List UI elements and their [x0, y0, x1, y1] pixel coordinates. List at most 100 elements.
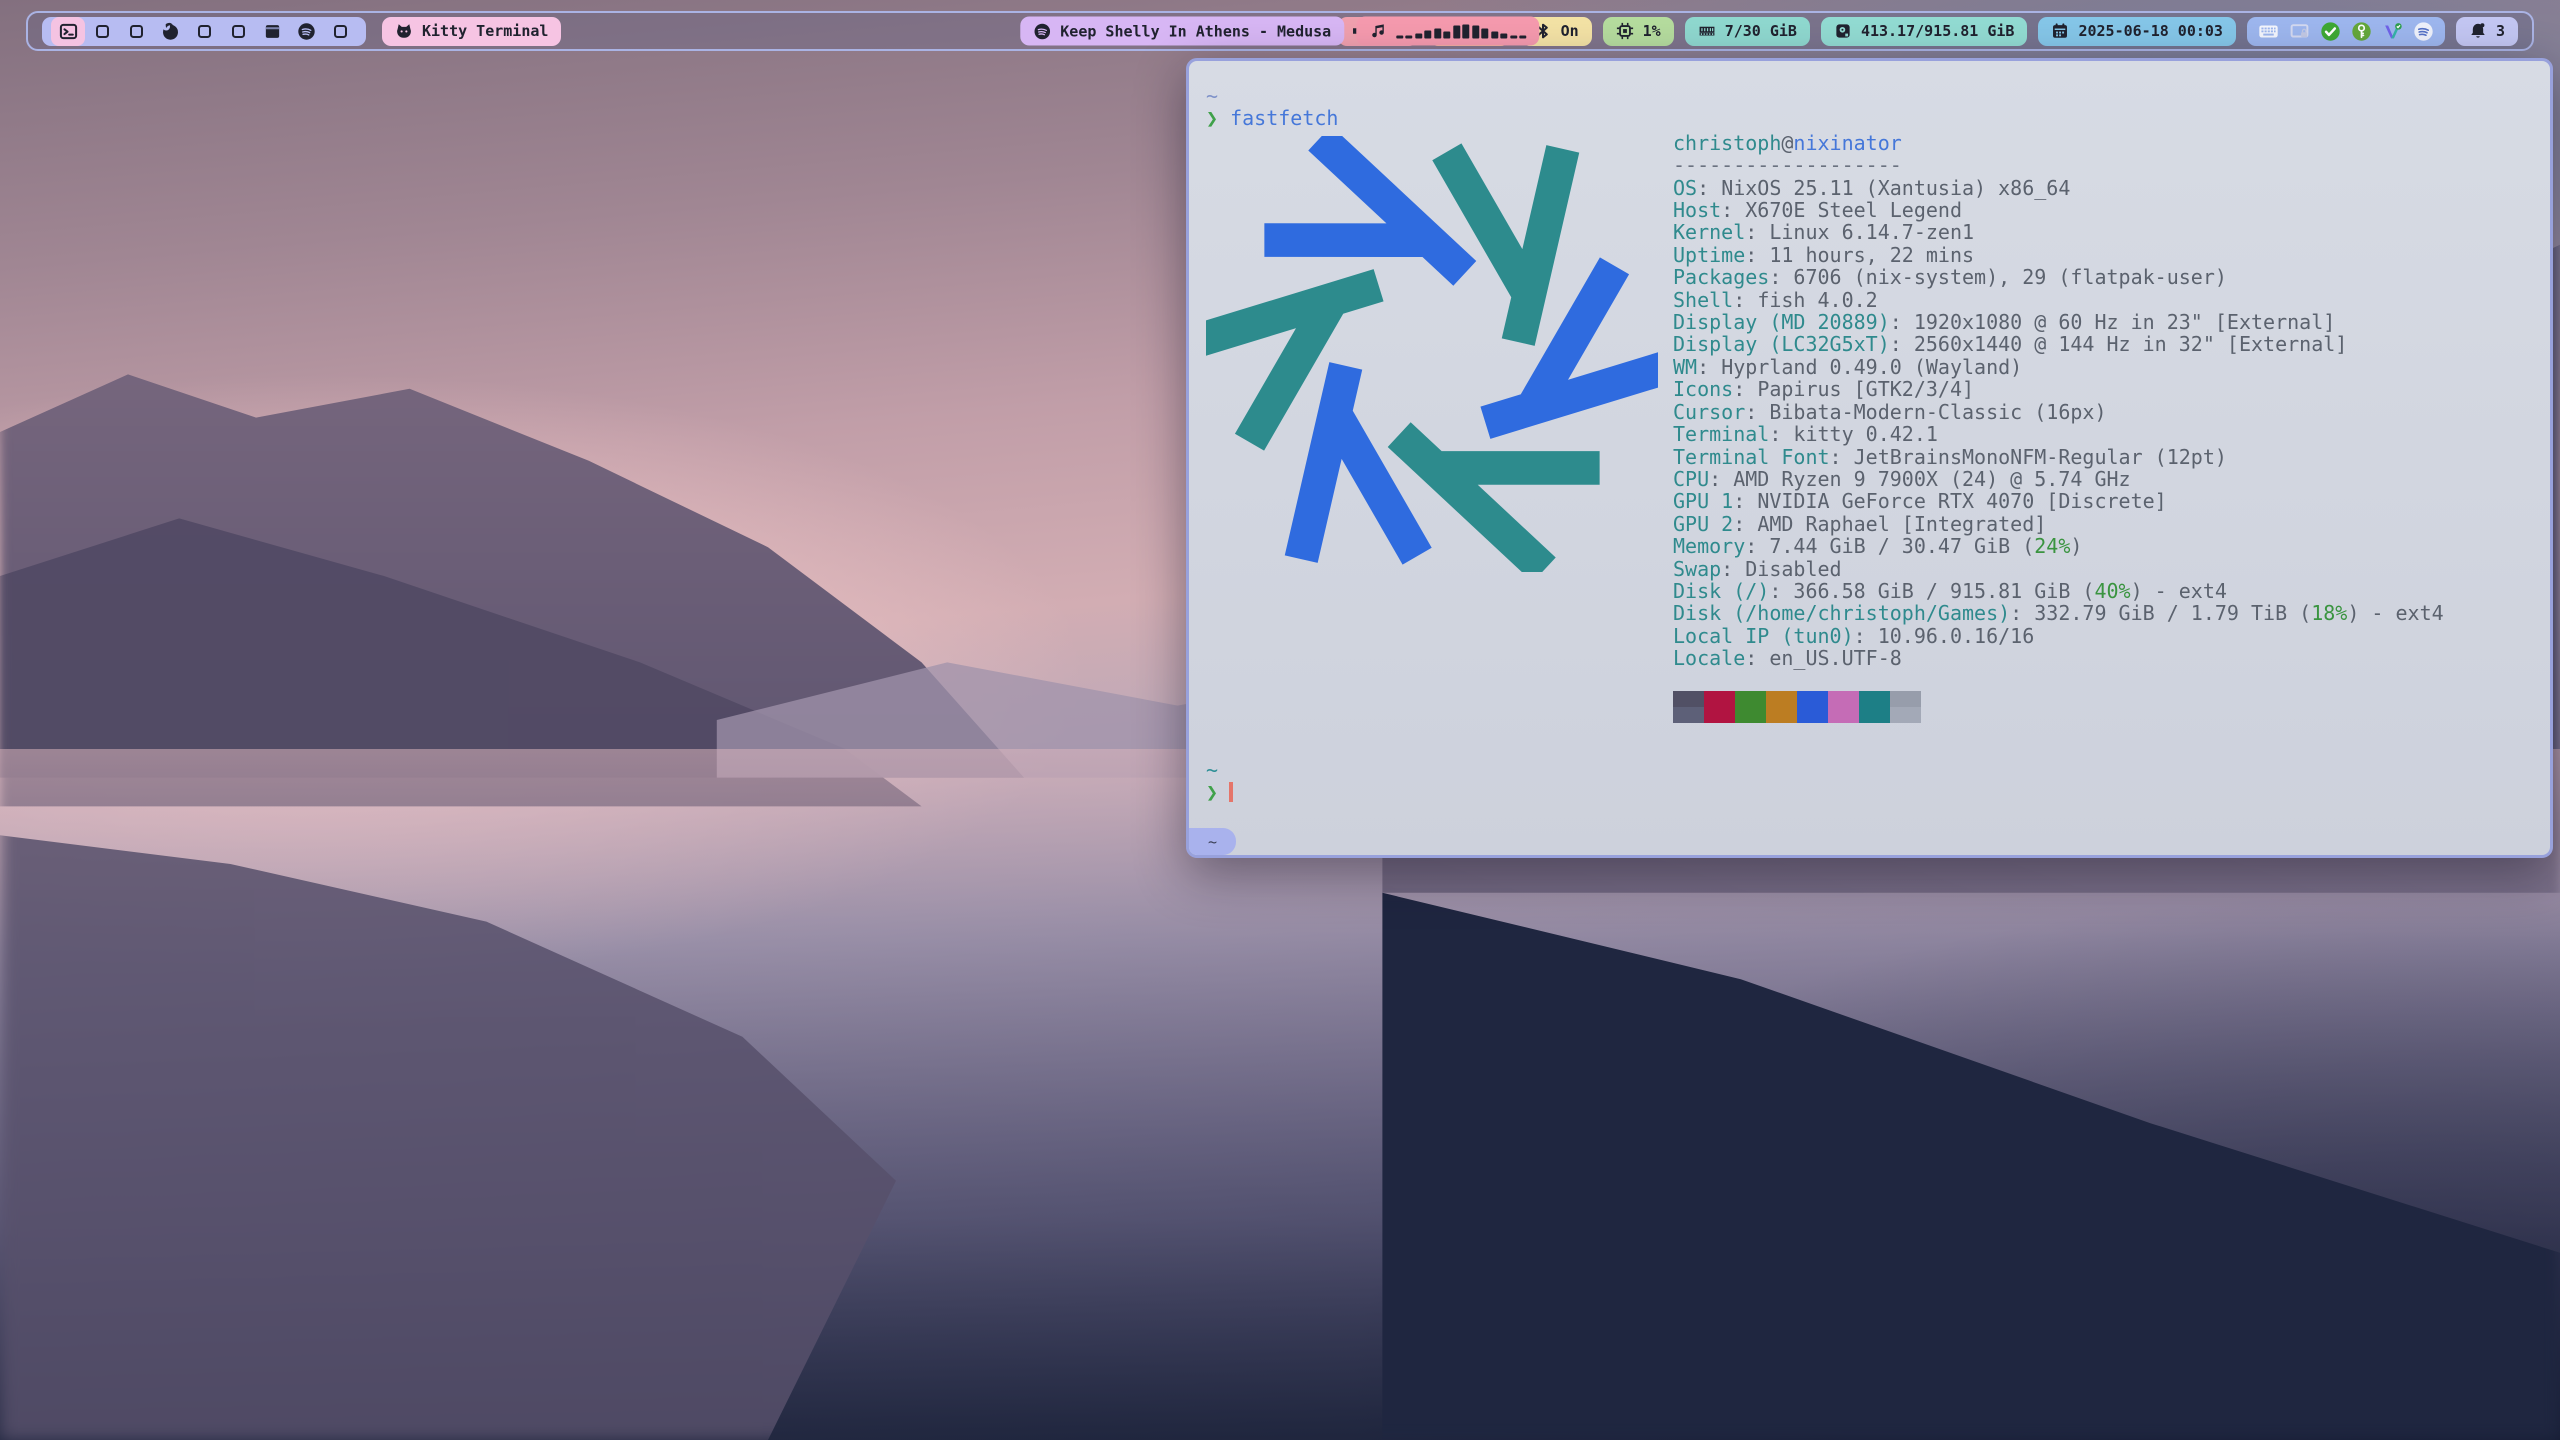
viz-bar — [1453, 25, 1460, 38]
terminal-color-palette — [1673, 691, 2444, 723]
music-note-icon — [1369, 22, 1387, 40]
viz-bar — [1415, 33, 1422, 38]
fastfetch-line: Local IP (tun0): 10.96.0.16/16 — [1673, 625, 2444, 647]
check-circle-icon[interactable] — [2320, 21, 2341, 42]
firefox-icon — [161, 22, 180, 41]
fastfetch-line: Locale: en_US.UTF-8 — [1673, 647, 2444, 669]
fastfetch-line: Terminal Font: JetBrainsMonoNFM-Regular … — [1673, 446, 2444, 468]
fastfetch-line: Packages: 6706 (nix-system), 29 (flatpak… — [1673, 266, 2444, 288]
fastfetch-output: christoph@nixinator ------------------- … — [1206, 132, 2532, 723]
palette-swatch — [1797, 691, 1828, 707]
memory-value: 7/30 GiB — [1725, 22, 1797, 40]
fastfetch-line: Shell: fish 4.0.2 — [1673, 289, 2444, 311]
disk-module[interactable]: 413.17/915.81 GiB — [1821, 17, 2028, 46]
kitty-tab-bar: ~ — [1189, 828, 2550, 855]
prompt2-path: ~ — [1206, 758, 1218, 782]
media-player-module[interactable]: Keep Shelly In Athens - Medusa — [1020, 17, 1344, 46]
fastfetch-line: WM: Hyprland 0.49.0 (Wayland) — [1673, 356, 2444, 378]
fastfetch-line: CPU: AMD Ryzen 9 7900X (24) @ 5.74 GHz — [1673, 468, 2444, 490]
viz-bar — [1396, 35, 1403, 38]
palette-swatch — [1735, 707, 1766, 723]
fastfetch-line: Host: X670E Steel Legend — [1673, 199, 2444, 221]
clock-module[interactable]: 2025-06-18 00:03 — [2038, 17, 2236, 46]
palette-swatch — [1828, 707, 1859, 723]
ram-icon — [1698, 22, 1716, 40]
workspace-item-firefox[interactable] — [153, 17, 187, 46]
palette-swatch — [1890, 691, 1921, 707]
fastfetch-line: Disk (/): 366.58 GiB / 915.81 GiB (40%) … — [1673, 580, 2444, 602]
cpu-value: 1% — [1643, 22, 1661, 40]
palette-swatch — [1828, 691, 1859, 707]
disk-value: 413.17/915.81 GiB — [1861, 22, 2015, 40]
memory-module[interactable]: 7/30 GiB — [1685, 17, 1810, 46]
palette-swatch — [1859, 707, 1890, 723]
fastfetch-line: OS: NixOS 25.11 (Xantusia) x86_64 — [1673, 177, 2444, 199]
prompt2-symbol: ❯ — [1206, 780, 1218, 804]
visualizer-bars — [1396, 22, 1527, 40]
workspace-item-terminal[interactable] — [51, 17, 85, 46]
terminal-content[interactable]: ~ ❯ fastfetch christoph@nixinator ------… — [1189, 61, 2550, 828]
workspace-item-spotify[interactable] — [289, 17, 323, 46]
notifications-module[interactable]: 3 — [2456, 17, 2518, 46]
palette-swatch — [1859, 691, 1890, 707]
workspace-item-empty[interactable] — [187, 17, 221, 46]
viz-bar — [1491, 31, 1498, 38]
keepass-key-icon[interactable] — [2351, 21, 2372, 42]
viz-bar — [1501, 33, 1508, 38]
cpu-module[interactable]: 1% — [1603, 17, 1674, 46]
fastfetch-line: Cursor: Bibata-Modern-Classic (16px) — [1673, 401, 2444, 423]
calendar-icon — [2051, 22, 2069, 40]
active-window-title[interactable]: Kitty Terminal — [382, 17, 561, 46]
clock-value: 2025-06-18 00:03 — [2078, 22, 2223, 40]
fastfetch-line: Uptime: 11 hours, 22 mins — [1673, 244, 2444, 266]
spotify-icon — [297, 22, 316, 41]
fastfetch-line: Display (LC32G5xT): 2560x1440 @ 144 Hz i… — [1673, 333, 2444, 355]
top-bar: Kitty Terminal Keep Shelly In Athens - M… — [26, 11, 2534, 51]
prompt-symbol: ❯ — [1206, 106, 1218, 130]
palette-swatch — [1704, 707, 1735, 723]
empty-workspace-icon — [334, 25, 347, 38]
viz-bar — [1482, 28, 1489, 38]
fastfetch-entries: OS: NixOS 25.11 (Xantusia) x86_64Host: X… — [1673, 177, 2444, 670]
palette-swatch — [1766, 691, 1797, 707]
empty-workspace-icon — [96, 25, 109, 38]
command-text: fastfetch — [1230, 106, 1338, 130]
workspace-item-empty[interactable] — [85, 17, 119, 46]
palette-swatch — [1735, 691, 1766, 707]
workspaces-module — [42, 17, 366, 46]
spotify-tray-icon[interactable] — [2413, 21, 2434, 42]
screen-lock-icon[interactable] — [2289, 21, 2310, 42]
viz-bar — [1434, 28, 1441, 38]
viz-bar — [1510, 35, 1517, 38]
vesktop-icon[interactable] — [2382, 21, 2403, 42]
palette-swatch — [1673, 707, 1704, 723]
fastfetch-line: Memory: 7.44 GiB / 30.47 GiB (24%) — [1673, 535, 2444, 557]
bell-icon — [2469, 22, 2487, 40]
notification-count: 3 — [2496, 22, 2505, 40]
fastfetch-title: christoph@nixinator — [1673, 132, 2444, 154]
tab-home[interactable]: ~ — [1189, 828, 1236, 855]
viz-bar — [1463, 24, 1470, 38]
workspace-item-window[interactable] — [255, 17, 289, 46]
workspace-item-empty[interactable] — [323, 17, 357, 46]
palette-swatch — [1704, 691, 1735, 707]
bluetooth-value: On — [1561, 22, 1579, 40]
palette-swatch — [1890, 707, 1921, 723]
fastfetch-line: Terminal: kitty 0.42.1 — [1673, 423, 2444, 445]
hdd-icon — [1834, 22, 1852, 40]
workspace-item-empty[interactable] — [119, 17, 153, 46]
fastfetch-line: GPU 1: NVIDIA GeForce RTX 4070 [Discrete… — [1673, 490, 2444, 512]
keyboard-icon[interactable] — [2258, 21, 2279, 42]
viz-bar — [1406, 35, 1413, 38]
window-title-label: Kitty Terminal — [422, 22, 548, 40]
media-track-label: Keep Shelly In Athens - Medusa — [1060, 22, 1331, 40]
workspace-item-empty[interactable] — [221, 17, 255, 46]
audio-visualizer-module[interactable] — [1356, 17, 1540, 46]
fastfetch-line: Kernel: Linux 6.14.7-zen1 — [1673, 221, 2444, 243]
fastfetch-line: Disk (/home/christoph/Games): 332.79 GiB… — [1673, 602, 2444, 624]
viz-bar — [1472, 25, 1479, 38]
kitty-terminal-window[interactable]: ~ ❯ fastfetch christoph@nixinator ------… — [1186, 58, 2553, 858]
empty-workspace-icon — [130, 25, 143, 38]
palette-swatch — [1673, 691, 1704, 707]
terminal-icon — [59, 22, 78, 41]
